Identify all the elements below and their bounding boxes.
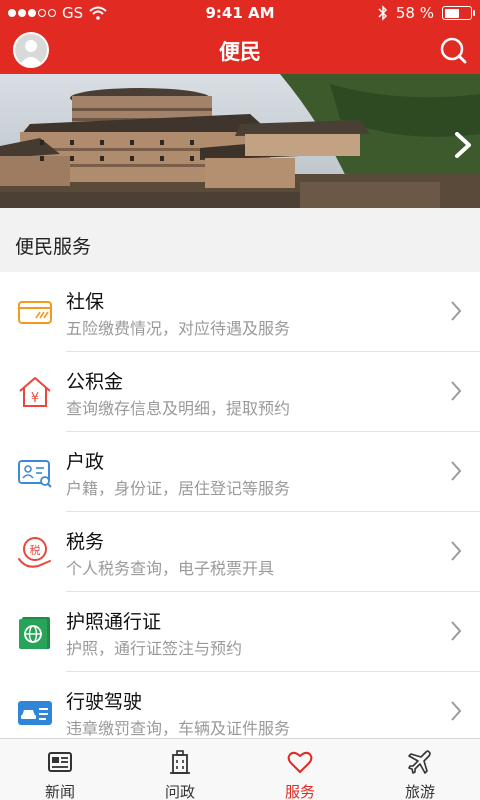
item-subtitle: 违章缴罚查询，车辆及证件服务 xyxy=(66,719,291,738)
bottom-tab-bar: 新闻 问政 服务 旅游 xyxy=(0,738,480,800)
item-subtitle: 查询缴存信息及明细，提取预约 xyxy=(66,399,291,418)
car-license-icon xyxy=(18,701,52,725)
news-icon xyxy=(48,752,72,772)
item-title: 公积金 xyxy=(66,371,124,393)
chevron-right-icon xyxy=(451,701,462,721)
section-title: 便民服务 xyxy=(15,236,92,258)
battery-percent: 58 % xyxy=(395,4,434,22)
status-bar: GS 9:41 AM 58 % xyxy=(0,0,480,26)
page-title: 便民 xyxy=(219,40,261,64)
section-header: 便民服务 xyxy=(0,210,480,272)
passport-globe-icon xyxy=(19,617,50,649)
item-subtitle: 护照，通行证签注与预约 xyxy=(66,639,243,658)
chevron-right-icon xyxy=(451,541,462,561)
chevron-right-icon[interactable] xyxy=(454,132,472,158)
tab-label: 旅游 xyxy=(404,783,435,800)
list-item-social-security[interactable]: 社保 五险缴费情况，对应待遇及服务 xyxy=(0,272,480,352)
svg-text:¥: ¥ xyxy=(31,391,39,406)
list-item-tax[interactable]: 税 税务 个人税务查询，电子税票开具 xyxy=(0,512,480,592)
svg-text:税: 税 xyxy=(30,543,41,557)
tab-travel[interactable]: 旅游 xyxy=(360,739,480,800)
house-yuan-icon: ¥ xyxy=(19,377,51,407)
chevron-right-icon xyxy=(451,301,462,321)
tax-hand-icon: 税 xyxy=(18,537,51,568)
tab-services[interactable]: 服务 xyxy=(240,739,360,800)
card-icon xyxy=(18,301,52,324)
item-title: 护照通行证 xyxy=(66,611,162,633)
search-icon[interactable] xyxy=(438,35,468,65)
service-list: 社保 五险缴费情况，对应待遇及服务 ¥ 公积金 查询缴存信息及明细，提取预约 户… xyxy=(0,272,480,738)
item-subtitle: 个人税务查询，电子税票开具 xyxy=(66,559,275,578)
government-building-icon xyxy=(170,750,190,774)
tulou-village-photo xyxy=(0,74,480,208)
banner-carousel[interactable] xyxy=(0,74,480,208)
chevron-right-icon xyxy=(451,621,462,641)
tab-label: 服务 xyxy=(284,783,315,800)
list-item-housing-fund[interactable]: ¥ 公积金 查询缴存信息及明细，提取预约 xyxy=(0,352,480,432)
chevron-right-icon xyxy=(451,461,462,481)
heart-icon xyxy=(287,751,313,773)
tab-news[interactable]: 新闻 xyxy=(0,739,120,800)
chevron-right-icon xyxy=(451,381,462,401)
tab-label: 新闻 xyxy=(44,783,75,800)
item-subtitle: 户籍，身份证，居住登记等服务 xyxy=(66,479,291,498)
item-title: 行驶驾驶 xyxy=(66,691,143,713)
list-item-passport[interactable]: 护照通行证 护照，通行证签注与预约 xyxy=(0,592,480,672)
airplane-icon xyxy=(408,750,431,774)
top-nav-bar: 便民 xyxy=(0,26,480,74)
list-item-driving[interactable]: 行驶驾驶 违章缴罚查询，车辆及证件服务 xyxy=(0,672,480,738)
battery-icon xyxy=(442,6,475,20)
id-card-search-icon xyxy=(18,460,52,488)
tab-government[interactable]: 问政 xyxy=(120,739,240,800)
item-title: 社保 xyxy=(66,291,105,313)
item-title: 户政 xyxy=(66,451,105,473)
item-subtitle: 五险缴费情况，对应待遇及服务 xyxy=(66,319,291,338)
list-item-household[interactable]: 户政 户籍，身份证，居住登记等服务 xyxy=(0,432,480,512)
bluetooth-icon xyxy=(378,5,387,21)
tab-label: 问政 xyxy=(164,783,195,800)
item-title: 税务 xyxy=(66,531,105,553)
